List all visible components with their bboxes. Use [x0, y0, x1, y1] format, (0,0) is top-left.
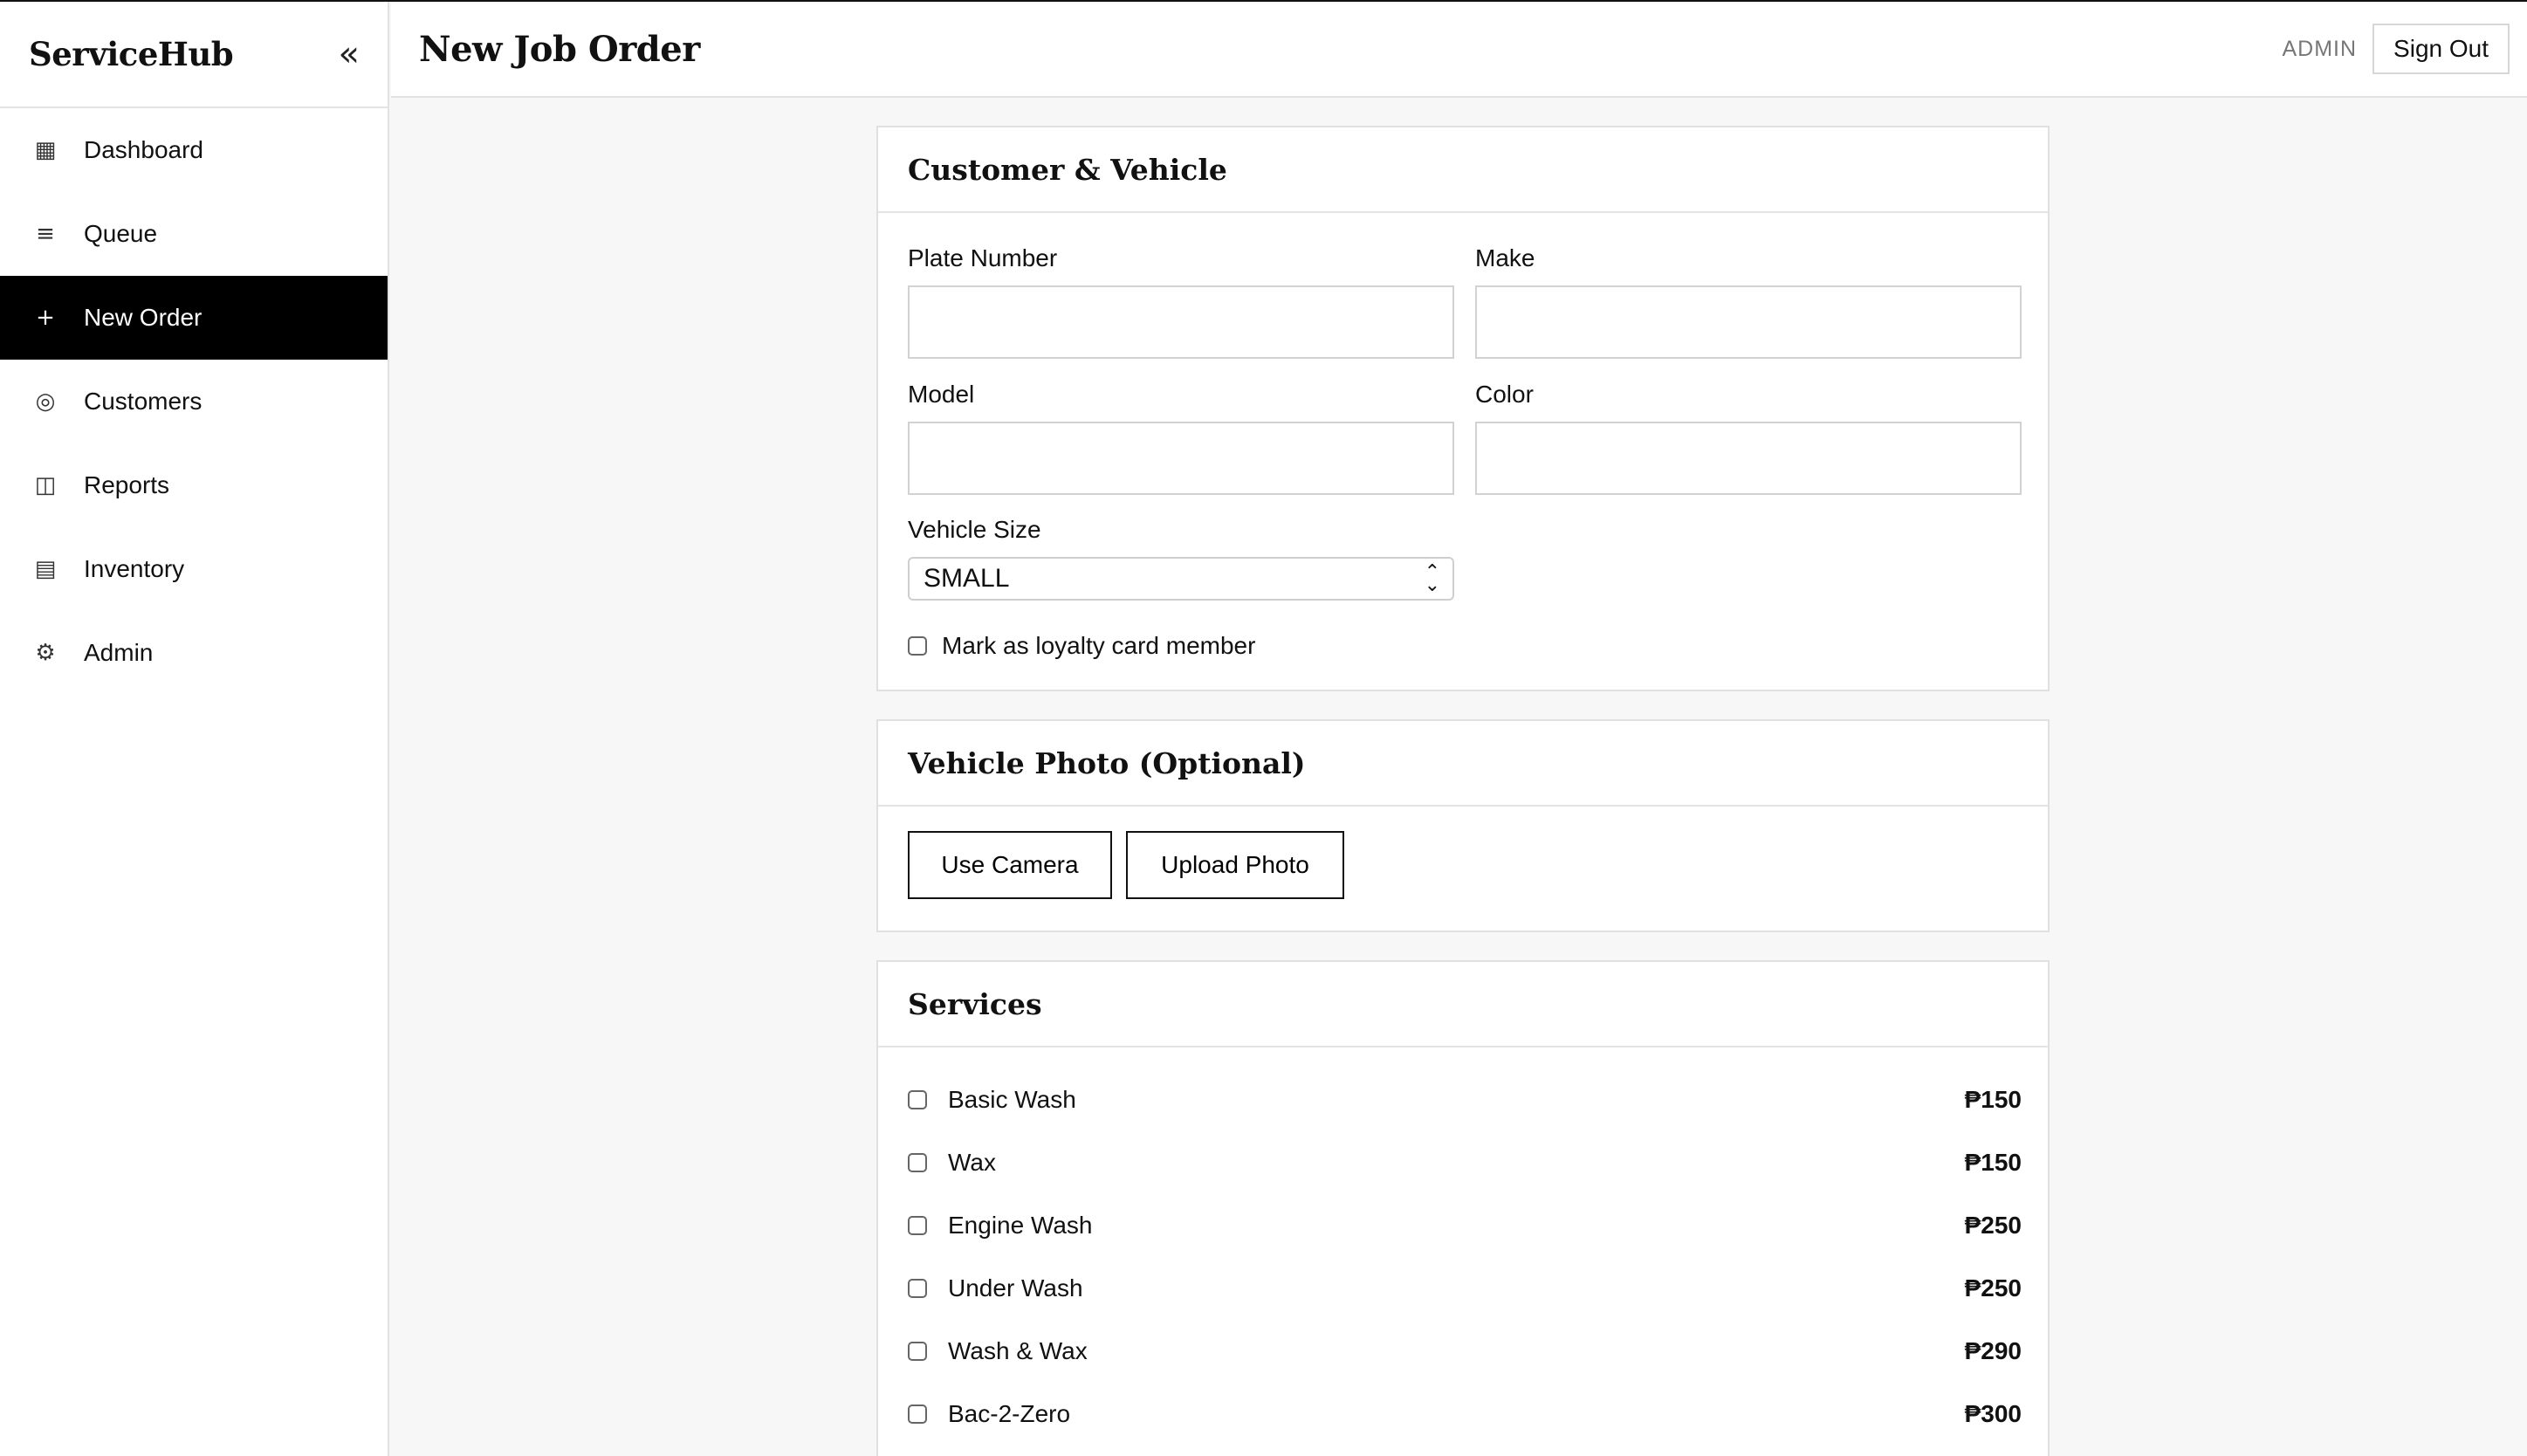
service-row[interactable]: Basic Wash ₱150 — [908, 1082, 2022, 1117]
customers-icon: ◎ — [35, 388, 56, 415]
top-bar: New Job Order ADMIN Sign Out — [391, 2, 2527, 98]
sidebar-item-dashboard[interactable]: ▦ Dashboard — [0, 108, 388, 192]
card-title: Vehicle Photo (Optional) — [908, 745, 1306, 780]
sidebar-header: ServiceHub « — [0, 2, 388, 108]
model-label: Model — [908, 381, 975, 408]
make-input[interactable] — [1475, 285, 2022, 359]
sign-out-button[interactable]: Sign Out — [2372, 24, 2510, 74]
sidebar-item-label: Reports — [84, 471, 170, 498]
service-price: ₱290 — [1964, 1337, 2022, 1364]
loyalty-row: Mark as loyalty card member — [908, 632, 1255, 660]
service-row[interactable]: Wax ₱150 — [908, 1145, 2022, 1180]
app-root: ServiceHub « ▦ Dashboard ≡ Queue + New O… — [0, 0, 2527, 1456]
inventory-icon: ▤ — [34, 556, 57, 582]
service-name: Basic Wash — [948, 1086, 1076, 1113]
vehicle-size-select[interactable]: SMALL ⌃ ⌄ — [908, 557, 1454, 601]
sidebar-item-label: New Order — [84, 304, 203, 331]
queue-icon: ≡ — [36, 221, 55, 247]
color-label: Color — [1475, 381, 1534, 408]
sidebar-item-label: Customers — [84, 388, 203, 415]
service-price: ₱250 — [1964, 1274, 2022, 1301]
service-checkbox[interactable] — [908, 1090, 927, 1109]
sidebar-item-queue[interactable]: ≡ Queue — [0, 192, 388, 276]
service-row[interactable]: Bac-2-Zero ₱300 — [908, 1397, 2022, 1432]
chevron-up-down-icon: ⌃ ⌄ — [1424, 560, 1440, 596]
service-row[interactable]: Engine Wash ₱250 — [908, 1208, 2022, 1243]
gear-icon: ⚙ — [35, 640, 56, 666]
card-header: Services — [878, 962, 2048, 1047]
service-price: ₱150 — [1964, 1149, 2022, 1176]
plus-icon: + — [36, 305, 55, 331]
customer-vehicle-card: Customer & Vehicle Plate Number Make Mod… — [876, 126, 2050, 691]
service-name: Bac-2-Zero — [948, 1400, 1071, 1427]
service-price: ₱250 — [1964, 1212, 2022, 1239]
model-input[interactable] — [908, 422, 1454, 495]
card-title: Services — [908, 986, 1042, 1021]
service-row[interactable]: Under Wash ₱250 — [908, 1271, 2022, 1306]
sidebar-nav: ▦ Dashboard ≡ Queue + New Order ◎ Custom… — [0, 108, 388, 695]
collapse-sidebar-icon[interactable]: « — [339, 34, 360, 74]
service-name: Wash & Wax — [948, 1337, 1088, 1364]
make-label: Make — [1475, 244, 1535, 271]
service-checkbox[interactable] — [908, 1279, 927, 1298]
reports-icon: ◫ — [34, 472, 57, 498]
service-row[interactable]: Wash & Wax ₱290 — [908, 1334, 2022, 1369]
page-title: New Job Order — [419, 28, 700, 70]
sidebar-item-customers[interactable]: ◎ Customers — [0, 360, 388, 443]
service-checkbox[interactable] — [908, 1404, 927, 1424]
vehicle-photo-card: Vehicle Photo (Optional) Use Camera Uplo… — [876, 719, 2050, 932]
loyalty-checkbox[interactable] — [908, 636, 927, 656]
card-header: Vehicle Photo (Optional) — [878, 721, 2048, 807]
card-header: Customer & Vehicle — [878, 127, 2048, 213]
service-price: ₱300 — [1964, 1400, 2022, 1427]
sidebar: ServiceHub « ▦ Dashboard ≡ Queue + New O… — [0, 2, 389, 1456]
plate-number-input[interactable] — [908, 285, 1454, 359]
vehicle-size-label: Vehicle Size — [908, 516, 1041, 543]
user-area: ADMIN Sign Out — [2282, 24, 2510, 74]
sidebar-item-reports[interactable]: ◫ Reports — [0, 443, 388, 527]
services-card: Services Basic Wash ₱150 Wax ₱150 Engine… — [876, 960, 2050, 1456]
sidebar-item-label: Admin — [84, 639, 154, 666]
plate-number-label: Plate Number — [908, 244, 1058, 271]
sidebar-item-label: Dashboard — [84, 136, 203, 163]
service-name: Under Wash — [948, 1274, 1083, 1301]
vehicle-size-value: SMALL — [924, 564, 1010, 593]
card-title: Customer & Vehicle — [908, 152, 1227, 187]
dashboard-icon: ▦ — [34, 137, 57, 163]
loyalty-label: Mark as loyalty card member — [942, 632, 1256, 659]
color-input[interactable] — [1475, 422, 2022, 495]
user-role-label: ADMIN — [2282, 36, 2358, 61]
sidebar-item-label: Inventory — [84, 555, 185, 582]
sidebar-item-label: Queue — [84, 220, 158, 247]
service-name: Wax — [948, 1149, 996, 1176]
upload-photo-button[interactable]: Upload Photo — [1126, 831, 1344, 899]
service-checkbox[interactable] — [908, 1342, 927, 1361]
sidebar-item-new-order[interactable]: + New Order — [0, 276, 388, 360]
brand-logo: ServiceHub — [29, 35, 234, 73]
service-checkbox[interactable] — [908, 1153, 927, 1172]
sidebar-item-inventory[interactable]: ▤ Inventory — [0, 527, 388, 611]
service-checkbox[interactable] — [908, 1216, 927, 1235]
service-name: Engine Wash — [948, 1212, 1093, 1239]
use-camera-button[interactable]: Use Camera — [908, 831, 1112, 899]
sidebar-item-admin[interactable]: ⚙ Admin — [0, 611, 388, 695]
service-price: ₱150 — [1964, 1086, 2022, 1113]
